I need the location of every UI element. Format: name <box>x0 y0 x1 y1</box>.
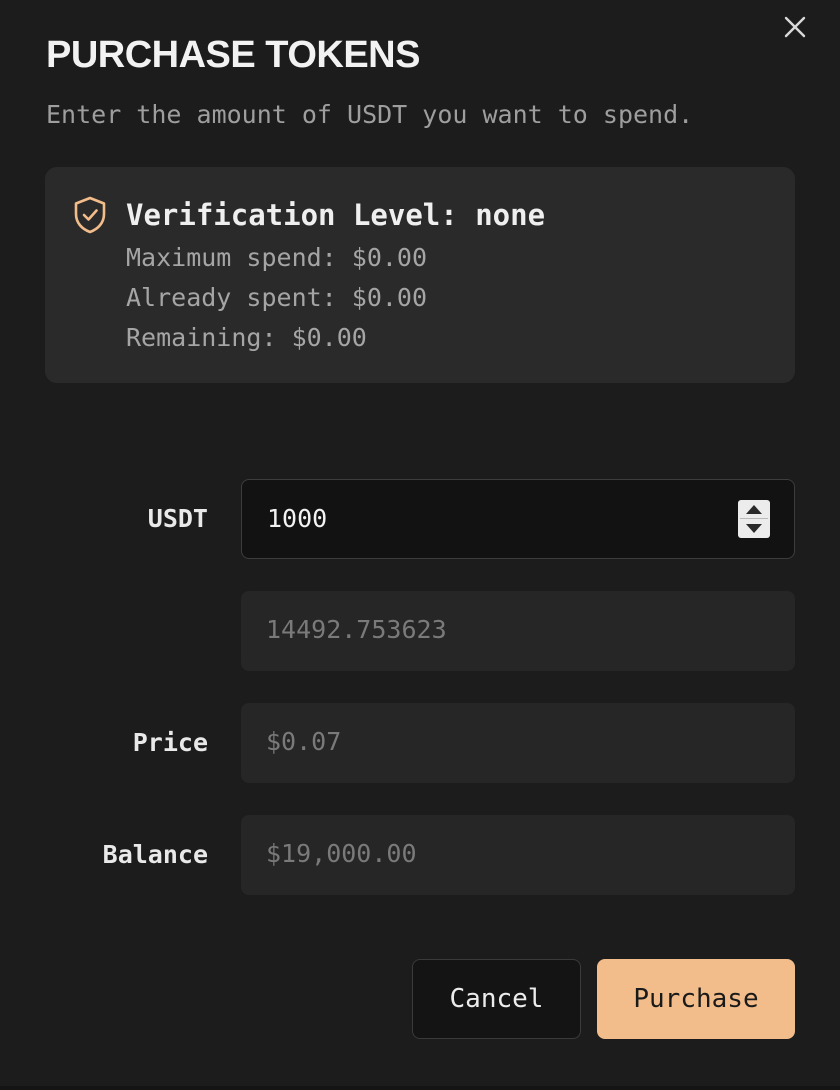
already-spent: Already spent: $0.00 <box>126 283 428 312</box>
remaining: Remaining: $0.00 <box>126 323 367 352</box>
balance-value: $19,000.00 <box>266 839 417 868</box>
dialog-title: PURCHASE TOKENS <box>46 34 420 76</box>
shield-check-icon <box>74 196 106 234</box>
verification-info-box: Verification Level: none Maximum spend: … <box>45 167 795 383</box>
usdt-input-value: 1000 <box>267 504 328 533</box>
usdt-label: USDT <box>147 504 208 533</box>
token-amount-field: 14492.753623 <box>241 591 795 671</box>
cancel-button[interactable]: Cancel <box>412 959 581 1039</box>
token-amount-value: 14492.753623 <box>266 615 447 644</box>
close-icon <box>784 16 806 38</box>
usdt-input[interactable]: 1000 <box>241 479 795 559</box>
price-value: $0.07 <box>266 727 342 756</box>
purchase-button[interactable]: Purchase <box>597 959 795 1039</box>
decrement-arrow-icon[interactable] <box>738 519 770 538</box>
close-button[interactable] <box>783 14 807 40</box>
dialog-bottom-edge <box>0 1086 840 1090</box>
balance-label: Balance <box>102 840 208 869</box>
verification-level: Verification Level: none <box>126 198 546 232</box>
number-spinner[interactable] <box>738 500 770 538</box>
price-label: Price <box>132 728 208 757</box>
balance-field: $19,000.00 <box>241 815 795 895</box>
price-field: $0.07 <box>241 703 795 783</box>
purchase-tokens-dialog: PURCHASE TOKENS Enter the amount of USDT… <box>0 0 840 1090</box>
increment-arrow-icon[interactable] <box>738 500 770 519</box>
maximum-spend: Maximum spend: $0.00 <box>126 243 428 272</box>
dialog-subtitle: Enter the amount of USDT you want to spe… <box>46 100 694 129</box>
